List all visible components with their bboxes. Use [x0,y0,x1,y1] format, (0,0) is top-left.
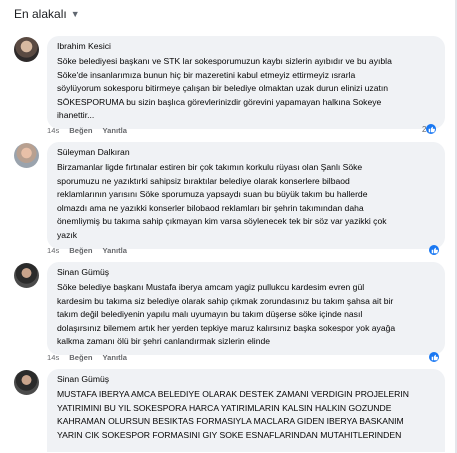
reply-button[interactable]: Yanıtla [102,126,126,135]
comment-item: Ibrahim Kesici Söke belediyesi başkanı v… [14,36,445,129]
comment-text: Birzamanlar ligde fırtınalar estiren bir… [57,162,387,240]
comment-item: Sinan Gümüş MUSTAFA IBERYA AMCA BELEDIYE… [14,369,445,453]
like-button[interactable]: Beğen [69,126,92,135]
comment-author[interactable]: Süleyman Dalkıran [57,146,435,159]
like-button[interactable]: Beğen [69,246,92,255]
comment-text: Söke belediyesi başkanı ve STK lar sokes… [57,56,392,121]
avatar[interactable] [14,263,39,288]
like-reaction-icon [426,124,437,134]
comment-actions: 14s Beğen Yanıtla [47,246,127,255]
reply-button[interactable]: Yanıtla [102,353,126,362]
comment-item: Süleyman Dalkıran Birzamanlar ligde fırt… [14,142,445,249]
comment-text: Söke belediye başkanı Mustafa iberya amc… [57,282,396,347]
avatar[interactable] [14,143,39,168]
reply-button[interactable]: Yanıtla [102,246,126,255]
comment-actions: 14s Beğen Yanıtla [47,126,127,135]
comment-bubble: Sinan Gümüş Söke belediye başkanı Mustaf… [47,262,445,355]
like-reaction-icon [429,245,439,255]
reaction-summary[interactable]: 2 [422,124,437,134]
chevron-down-icon: ▼ [70,9,80,19]
comment-bubble: Ibrahim Kesici Söke belediyesi başkanı v… [47,36,445,129]
comment-bubble: Süleyman Dalkıran Birzamanlar ligde fırt… [47,142,445,249]
reaction-summary[interactable] [429,352,439,362]
reaction-summary[interactable] [429,245,439,255]
sort-dropdown[interactable]: En alakalı ▼ [14,7,80,21]
sort-label: En alakalı [14,7,67,21]
comment-text: MUSTAFA IBERYA AMCA BELEDIYE OLARAK DEST… [57,389,409,440]
like-button[interactable]: Beğen [69,353,92,362]
comment-time[interactable]: 14s [47,353,59,362]
comment-time[interactable]: 14s [47,126,59,135]
avatar[interactable] [14,370,39,395]
avatar[interactable] [14,37,39,62]
comment-author[interactable]: Ibrahim Kesici [57,40,435,53]
comment-actions: 14s Beğen Yanıtla [47,353,127,362]
comment-author[interactable]: Sinan Gümüş [57,266,435,279]
comment-author[interactable]: Sinan Gümüş [57,373,435,386]
comment-bubble: Sinan Gümüş MUSTAFA IBERYA AMCA BELEDIYE… [47,369,445,453]
like-reaction-icon [429,352,439,362]
comment-item: Sinan Gümüş Söke belediye başkanı Mustaf… [14,262,445,355]
comment-time[interactable]: 14s [47,246,59,255]
